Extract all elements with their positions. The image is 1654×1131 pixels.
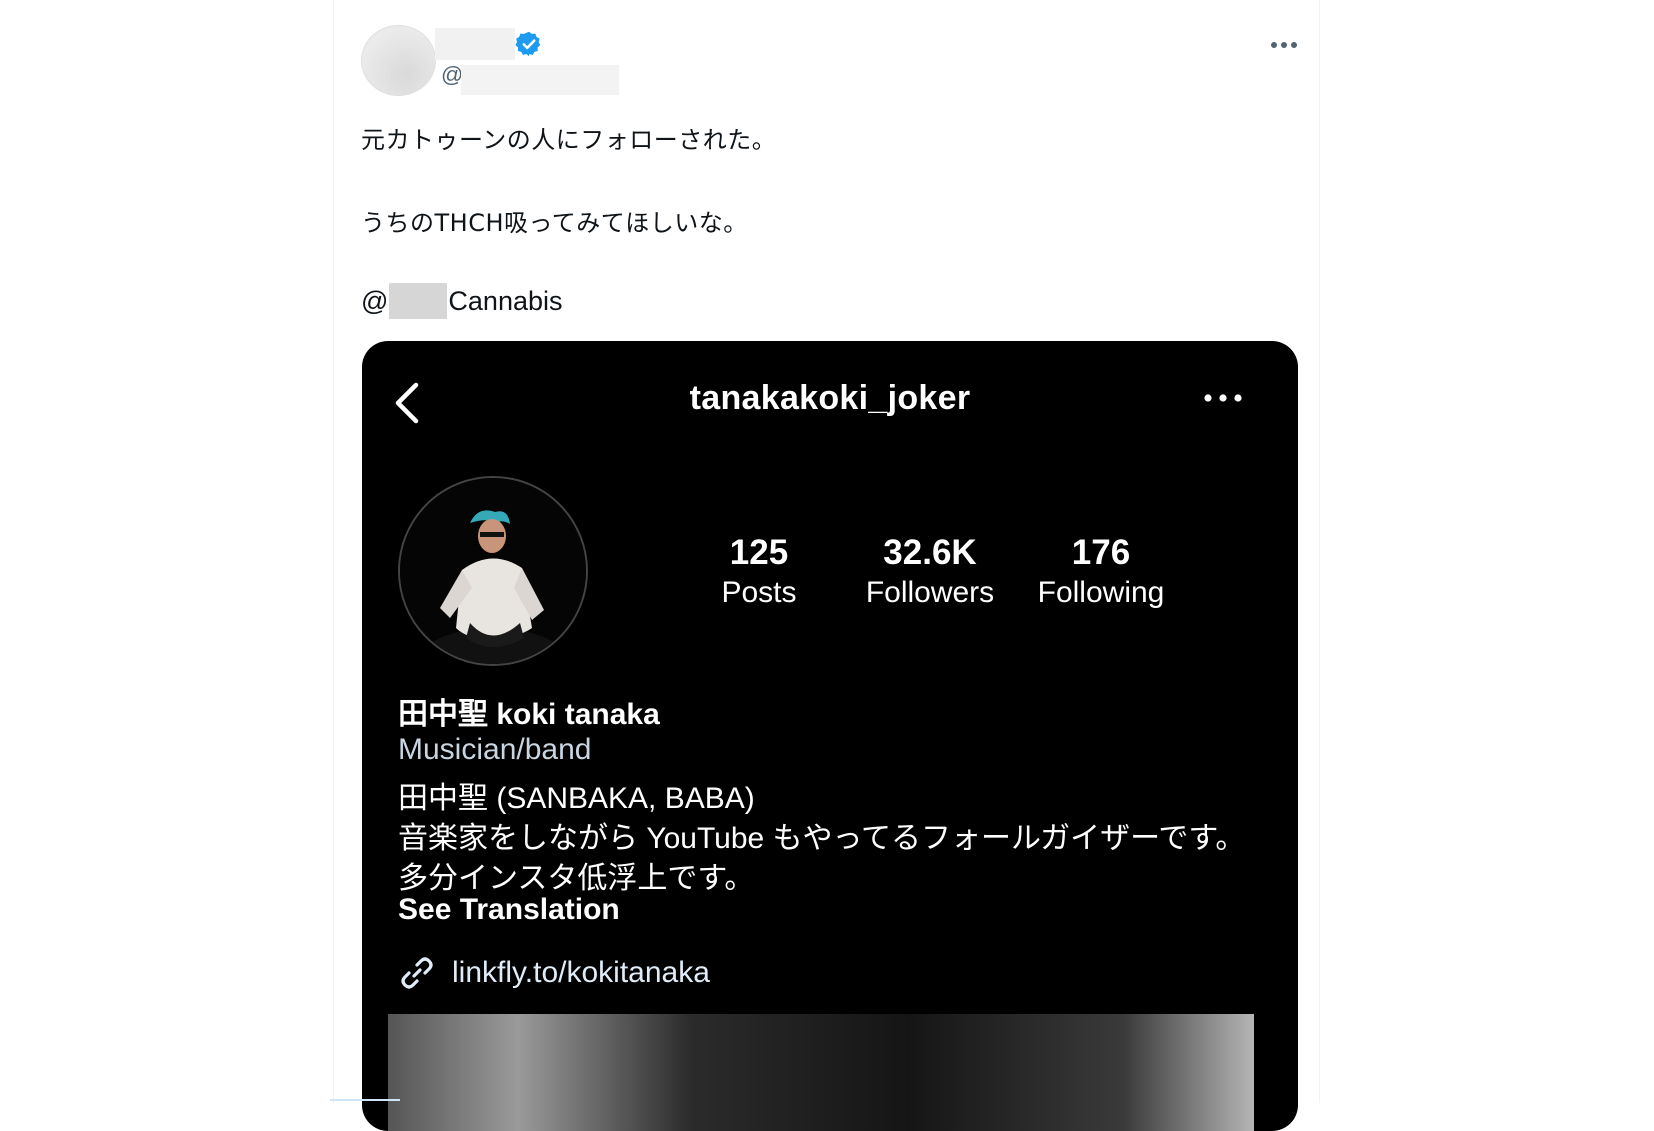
stat-posts: 125 Posts: [674, 533, 844, 613]
more-horizontal-icon: [1204, 394, 1242, 402]
mention-suffix: Cannabis: [448, 285, 563, 316]
profile-link-text: linkfly.to/kokitanaka: [452, 956, 710, 989]
bio-line: 音楽家をしながら YouTube もやってるフォールガイザーです。: [398, 822, 1246, 855]
link-icon: [401, 957, 433, 989]
profile-category: Musician/band: [398, 733, 592, 766]
redacted-mention: [389, 283, 448, 319]
bio-line: 田中聖 (SANBAKA, BABA): [398, 782, 755, 815]
stat-value: 32.6K: [883, 533, 977, 572]
tweet-text-line: うちのTHCH吸ってみてほしいな。: [361, 209, 748, 237]
tweet-text-line: 元カトゥーンの人にフォローされた。: [361, 126, 777, 154]
profile-link: linkfly.to/kokitanaka: [398, 954, 710, 992]
redacted-display-name[interactable]: [435, 28, 515, 60]
stat-label: Posts: [721, 576, 797, 609]
stat-value: 125: [729, 533, 789, 572]
verified-badge-icon: [515, 31, 541, 57]
profile-display-name: 田中聖 koki tanaka: [398, 698, 660, 731]
stat-value: 176: [1071, 533, 1131, 572]
stat-followers: 32.6K Followers: [845, 533, 1015, 613]
more-horizontal-icon[interactable]: [1264, 30, 1304, 60]
see-translation-link: See Translation: [398, 893, 620, 926]
stat-following: 176 Following: [1016, 533, 1186, 613]
tweet-card: @ 元カトゥーンの人にフォローされた。 うちのTHCH吸ってみてほしいな。 @ …: [333, 0, 1320, 1131]
mention-prefix: @: [361, 285, 389, 316]
profile-username: tanakakoki_joker: [689, 379, 971, 417]
mention-link[interactable]: @ Cannabis: [361, 283, 563, 319]
redacted-handle: [461, 65, 619, 95]
bio-line: 多分インスタ低浮上です。: [398, 862, 755, 895]
divider: [330, 1099, 400, 1101]
stat-label: Followers: [865, 576, 995, 609]
stat-label: Following: [1037, 576, 1165, 609]
profile-picture: [398, 476, 588, 666]
attached-screenshot[interactable]: tanakakoki_joker 125 Posts 32.6K Followe…: [362, 341, 1298, 1131]
avatar[interactable]: [361, 25, 436, 96]
handle-prefix: @: [441, 62, 464, 87]
blurred-image-area: [388, 1014, 1254, 1131]
